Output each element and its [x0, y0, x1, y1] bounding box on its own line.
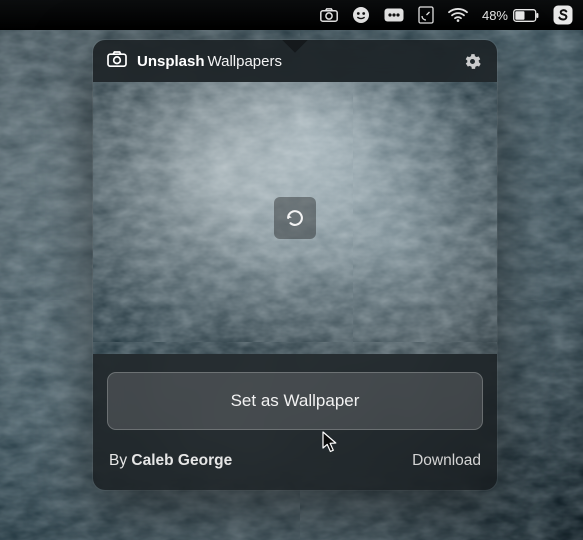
- set-as-wallpaper-button[interactable]: Set as Wallpaper: [107, 372, 483, 430]
- action-area: Set as Wallpaper: [93, 354, 497, 436]
- brand-name: Unsplash: [137, 53, 205, 70]
- credit-row: By Caleb George Download: [93, 436, 497, 490]
- battery-icon: [513, 9, 539, 22]
- settings-button[interactable]: [461, 50, 483, 72]
- refresh-icon: [284, 207, 306, 229]
- brand-sub: Wallpapers: [208, 53, 282, 70]
- battery-percent-label: 48%: [482, 8, 508, 23]
- credit-prefix: By: [109, 452, 131, 469]
- popover-header: UnsplashWallpapers: [93, 40, 497, 82]
- credit-text: By Caleb George: [109, 452, 232, 470]
- app-s-icon[interactable]: [553, 5, 573, 25]
- gear-icon: [464, 53, 481, 70]
- unsplash-popover: UnsplashWallpapers Set as Wallpaper By C…: [93, 40, 497, 490]
- wallpaper-preview: [93, 82, 497, 354]
- notes-icon[interactable]: [418, 6, 434, 24]
- refresh-button[interactable]: [274, 197, 316, 239]
- brand-title: UnsplashWallpapers: [137, 53, 282, 70]
- wifi-icon[interactable]: [448, 8, 468, 22]
- camera-icon[interactable]: [320, 8, 338, 22]
- face-icon[interactable]: [352, 6, 370, 24]
- brand: UnsplashWallpapers: [107, 51, 282, 71]
- download-link[interactable]: Download: [412, 452, 481, 470]
- unsplash-logo-icon: [107, 51, 127, 71]
- battery-status[interactable]: 48%: [482, 8, 539, 23]
- menu-bar: 48%: [0, 0, 583, 30]
- credit-author[interactable]: Caleb George: [131, 452, 232, 469]
- more-icon[interactable]: [384, 8, 404, 22]
